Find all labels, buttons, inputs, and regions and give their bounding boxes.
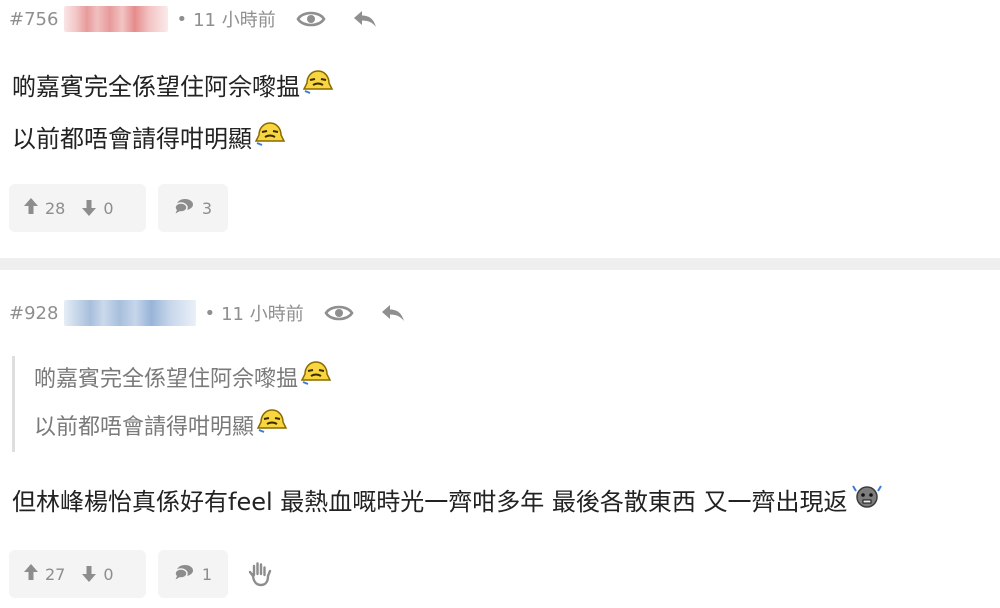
post-line: 但林峰楊怡真係好有feel 最熱血嘅時光一齊咁多年 最後各散東西 又一齊出現返 — [12, 476, 884, 528]
quote-line: 啲嘉賓完全係望住阿佘嚟揾 — [34, 356, 332, 404]
yellow-bell-face-emoji — [300, 356, 332, 404]
quote-line-text: 啲嘉賓完全係望住阿佘嚟揾 — [34, 367, 299, 392]
post-actions: 27 0 1 — [9, 550, 280, 598]
raised-hand-icon[interactable] — [240, 550, 280, 598]
post-time: 11 小時前 — [221, 304, 304, 325]
post-body: 但林峰楊怡真係好有feel 最熱血嘅時光一齊咁多年 最後各散東西 又一齊出現返 — [12, 476, 884, 528]
arrow-up-icon[interactable] — [23, 563, 39, 585]
meta-dot: • — [204, 302, 216, 324]
post-meta: #928 • 11 小時前 — [9, 300, 430, 326]
quoted-comment: 啲嘉賓完全係望住阿佘嚟揾 以前都唔會請得咁明顯 — [12, 356, 332, 452]
grey-sweat-face-emoji — [850, 476, 884, 528]
comment-count: 1 — [201, 564, 213, 584]
chat-bubble-icon — [174, 564, 194, 584]
eye-icon[interactable] — [322, 301, 356, 325]
comment-button[interactable]: 1 — [158, 550, 228, 598]
comment-post: #928 • 11 小時前 啲嘉賓完全係望住阿佘嚟揾 以前都唔會請得咁明顯 但林… — [0, 0, 1000, 608]
downvote-count: 0 — [103, 564, 114, 584]
reply-arrow-icon[interactable] — [376, 301, 410, 325]
vote-box: 27 0 — [9, 550, 146, 598]
quote-line-text: 以前都唔會請得咁明顯 — [34, 415, 255, 440]
upvote-count: 27 — [45, 564, 66, 584]
quote-line: 以前都唔會請得咁明顯 — [34, 404, 332, 452]
post-number[interactable]: #928 — [9, 303, 58, 324]
arrow-down-icon[interactable] — [81, 565, 97, 583]
post-line-text: 但林峰楊怡真係好有feel 最熱血嘅時光一齊咁多年 最後各散東西 又一齊出現返 — [12, 488, 848, 516]
yellow-bell-face-emoji — [256, 404, 288, 452]
blurred-username[interactable] — [64, 300, 197, 326]
